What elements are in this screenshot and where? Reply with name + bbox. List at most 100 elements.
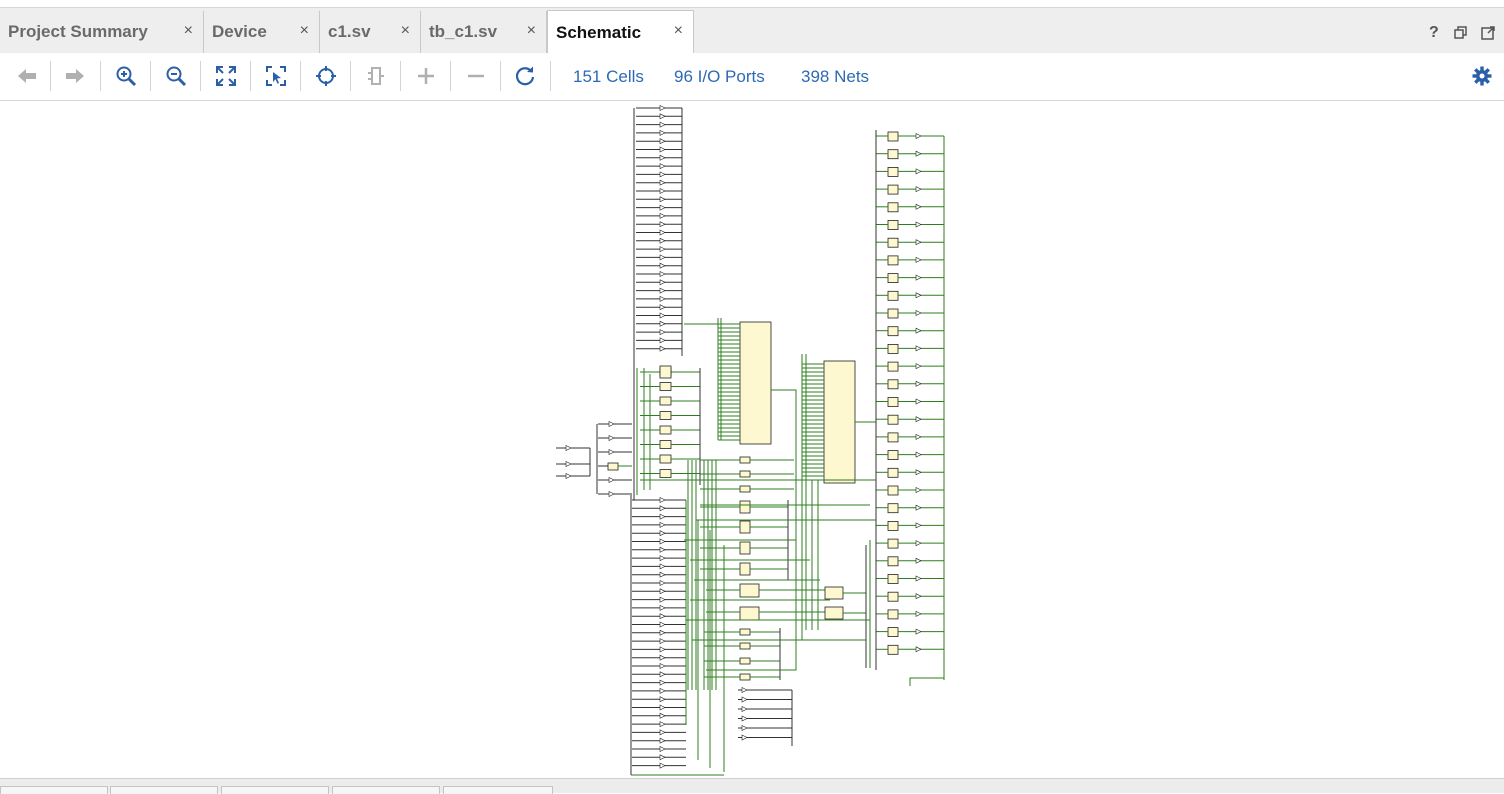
buffer-cell[interactable]: [659, 762, 666, 769]
register-cell[interactable]: [887, 273, 899, 284]
buffer-cell[interactable]: [659, 737, 666, 744]
restore-icon[interactable]: [1454, 26, 1468, 44]
back-icon[interactable]: [13, 63, 41, 89]
buffer-cell[interactable]: [659, 646, 666, 653]
cells-count-link[interactable]: 151 Cells: [573, 67, 644, 87]
buffer-cell[interactable]: [659, 746, 666, 752]
register-cell[interactable]: [739, 541, 751, 555]
buffer-cell[interactable]: [659, 196, 666, 203]
buffer-cell[interactable]: [915, 557, 922, 564]
wide-block-cell[interactable]: [739, 321, 772, 445]
buffer-cell[interactable]: [659, 629, 666, 636]
register-cell[interactable]: [887, 379, 899, 390]
register-cell[interactable]: [824, 606, 844, 620]
forward-icon[interactable]: [61, 63, 89, 89]
register-cell[interactable]: [887, 308, 899, 319]
register-cell[interactable]: [739, 606, 760, 621]
register-cell[interactable]: [887, 237, 899, 248]
buffer-cell[interactable]: [659, 712, 666, 719]
register-cell[interactable]: [887, 326, 899, 337]
register-cell[interactable]: [659, 425, 672, 435]
register-cell[interactable]: [887, 520, 899, 531]
buffer-cell[interactable]: [659, 555, 666, 562]
buffer-cell[interactable]: [915, 540, 922, 547]
register-cell[interactable]: [887, 290, 899, 301]
register-cell[interactable]: [659, 382, 672, 391]
register-cell[interactable]: [887, 644, 899, 655]
buffer-cell[interactable]: [659, 113, 666, 120]
close-icon[interactable]: ×: [401, 22, 410, 40]
buffer-cell[interactable]: [659, 704, 666, 711]
buffer-cell[interactable]: [659, 571, 666, 578]
schematic-diagram[interactable]: [0, 101, 1504, 778]
buffer-cell[interactable]: [659, 538, 666, 545]
buffer-cell[interactable]: [659, 721, 666, 728]
register-cell[interactable]: [887, 485, 899, 496]
buffer-cell[interactable]: [659, 154, 666, 161]
register-cell[interactable]: [739, 583, 760, 598]
buffer-cell[interactable]: [659, 613, 666, 620]
buffer-cell[interactable]: [659, 287, 666, 294]
register-cell[interactable]: [739, 500, 751, 514]
zoom-fit-icon[interactable]: [212, 63, 240, 89]
register-cell[interactable]: [887, 450, 899, 461]
register-cell[interactable]: [739, 456, 751, 464]
register-cell[interactable]: [887, 627, 899, 637]
buffer-cell[interactable]: [915, 203, 922, 210]
register-cell[interactable]: [739, 485, 751, 493]
buffer-cell[interactable]: [915, 221, 922, 228]
bottom-tab[interactable]: [443, 786, 553, 794]
buffer-cell[interactable]: [608, 491, 615, 497]
buffer-cell[interactable]: [659, 663, 666, 669]
nets-count-link[interactable]: 398 Nets: [801, 67, 869, 87]
tab-schematic[interactable]: Schematic ×: [547, 10, 694, 54]
bottom-tab[interactable]: [110, 786, 218, 794]
register-cell[interactable]: [659, 469, 672, 478]
register-cell[interactable]: [739, 562, 751, 576]
buffer-cell[interactable]: [915, 398, 922, 405]
buffer-cell[interactable]: [659, 246, 666, 253]
buffer-cell[interactable]: [741, 696, 748, 703]
buffer-cell[interactable]: [659, 254, 666, 261]
buffer-cell[interactable]: [659, 546, 666, 553]
buffer-cell[interactable]: [915, 256, 922, 263]
buffer-cell[interactable]: [915, 363, 922, 370]
register-cell[interactable]: [887, 414, 899, 425]
buffer-cell[interactable]: [659, 580, 666, 586]
buffer-cell[interactable]: [915, 575, 922, 582]
register-cell[interactable]: [887, 202, 899, 213]
buffer-cell[interactable]: [915, 646, 922, 653]
register-cell[interactable]: [887, 591, 899, 602]
buffer-cell[interactable]: [659, 146, 666, 153]
buffer-cell[interactable]: [659, 654, 666, 661]
buffer-cell[interactable]: [659, 129, 666, 136]
register-cell[interactable]: [887, 432, 899, 443]
register-cell[interactable]: [887, 467, 899, 478]
close-icon[interactable]: ×: [674, 22, 683, 40]
buffer-cell[interactable]: [741, 734, 748, 741]
buffer-cell[interactable]: [915, 292, 922, 299]
register-cell[interactable]: [887, 361, 899, 372]
buffer-cell[interactable]: [659, 671, 666, 678]
buffer-cell[interactable]: [915, 133, 922, 139]
buffer-cell[interactable]: [659, 530, 666, 537]
buffer-cell[interactable]: [741, 715, 748, 722]
buffer-cell[interactable]: [659, 638, 666, 645]
buffer-cell[interactable]: [659, 563, 666, 570]
register-cell[interactable]: [887, 220, 899, 230]
gear-icon[interactable]: [1468, 63, 1496, 89]
buffer-cell[interactable]: [915, 345, 922, 352]
buffer-cell[interactable]: [915, 628, 922, 635]
register-cell[interactable]: [659, 454, 672, 464]
register-cell[interactable]: [887, 556, 899, 567]
buffer-cell[interactable]: [915, 416, 922, 423]
zoom-out-icon[interactable]: [162, 63, 190, 89]
tab-project-summary[interactable]: Project Summary ×: [0, 11, 204, 53]
buffer-cell[interactable]: [659, 604, 666, 611]
register-cell[interactable]: [887, 184, 899, 195]
buffer-cell[interactable]: [565, 473, 572, 479]
tab-c1-sv[interactable]: c1.sv ×: [320, 11, 421, 53]
buffer-cell[interactable]: [741, 687, 748, 693]
buffer-cell[interactable]: [915, 150, 922, 157]
buffer-cell[interactable]: [659, 596, 666, 603]
